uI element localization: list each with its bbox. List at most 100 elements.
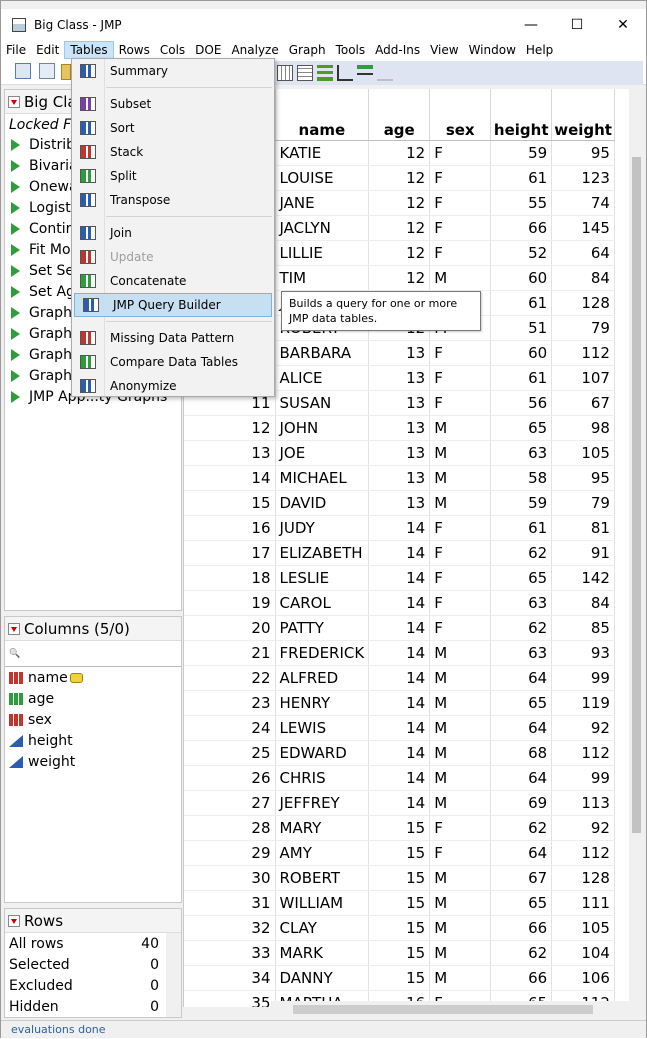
row-number[interactable]: 26 xyxy=(184,765,276,791)
table-cell[interactable]: EDWARD xyxy=(275,740,370,766)
table-cell[interactable]: 14 xyxy=(368,590,431,616)
table-cell[interactable]: CLAY xyxy=(275,915,370,941)
table-cell[interactable]: 61 xyxy=(490,515,553,541)
table-row[interactable]: 34 DANNY 15 M 66 106 xyxy=(184,965,615,991)
table-row[interactable]: 15 DAVID 13 M 59 79 xyxy=(184,490,615,516)
table-cell[interactable]: JUDY xyxy=(275,515,370,541)
table-cell[interactable]: 14 xyxy=(368,665,431,691)
menu-tables[interactable]: Tables xyxy=(64,41,114,59)
table-cell[interactable]: 13 xyxy=(368,440,431,466)
table-cell[interactable]: HENRY xyxy=(275,690,370,716)
table-cell[interactable]: 62 xyxy=(490,615,553,641)
table-cell[interactable]: 15 xyxy=(368,965,431,991)
table-cell[interactable]: 63 xyxy=(490,440,553,466)
menu-item-concatenate[interactable]: Concatenate xyxy=(72,269,274,293)
table-row[interactable]: 27 JEFFREY 14 M 69 113 xyxy=(184,790,615,816)
columns-panel-header[interactable]: Columns (5/0) xyxy=(5,617,181,641)
table-row[interactable]: 16 JUDY 14 F 61 81 xyxy=(184,515,615,541)
table-cell[interactable]: 14 xyxy=(368,515,431,541)
table-cell[interactable]: 58 xyxy=(490,465,553,491)
x-axis-icon[interactable] xyxy=(337,65,353,81)
table-cell[interactable]: 112 xyxy=(551,740,615,766)
scroll-thumb[interactable] xyxy=(293,1005,593,1014)
table-cell[interactable]: 13 xyxy=(368,415,431,441)
table-cell[interactable]: FREDERICK xyxy=(275,640,370,666)
table-cell[interactable]: 13 xyxy=(368,365,431,391)
menu-tools[interactable]: Tools xyxy=(331,41,371,59)
table-cell[interactable]: 12 xyxy=(368,165,431,191)
row-number[interactable]: 30 xyxy=(184,865,276,891)
column-item-sex[interactable]: sex xyxy=(5,709,181,730)
table-cell[interactable]: M xyxy=(429,915,492,941)
table-cell[interactable]: F xyxy=(429,365,492,391)
table-cell[interactable]: M xyxy=(429,740,492,766)
menu-item-sort[interactable]: Sort xyxy=(72,116,274,140)
table-cell[interactable]: M xyxy=(429,265,492,291)
menu-item-missing-data-pattern[interactable]: Missing Data Pattern xyxy=(72,326,274,350)
table-cell[interactable]: 105 xyxy=(551,915,615,941)
table-cell[interactable]: 95 xyxy=(551,140,615,166)
grid-alt-icon[interactable] xyxy=(297,65,313,81)
table-cell[interactable]: 14 xyxy=(368,690,431,716)
menu-view[interactable]: View xyxy=(425,41,463,59)
row-number[interactable]: 14 xyxy=(184,465,276,491)
table-cell[interactable]: F xyxy=(429,565,492,591)
table-cell[interactable]: 105 xyxy=(551,440,615,466)
table-cell[interactable]: 14 xyxy=(368,540,431,566)
table-cell[interactable]: 15 xyxy=(368,940,431,966)
table-cell[interactable]: 51 xyxy=(490,315,553,341)
table-cell[interactable]: 66 xyxy=(490,915,553,941)
table-cell[interactable]: 62 xyxy=(490,940,553,966)
table-cell[interactable]: 128 xyxy=(551,290,615,316)
table-cell[interactable]: 60 xyxy=(490,265,553,291)
table-cell[interactable]: M xyxy=(429,465,492,491)
table-cell[interactable]: KATIE xyxy=(275,140,370,166)
table-cell[interactable]: M xyxy=(429,940,492,966)
table-row[interactable]: 12 JOHN 13 M 65 98 xyxy=(184,415,615,441)
red-triangle-menu-icon[interactable] xyxy=(8,95,20,108)
table-cell[interactable]: 14 xyxy=(368,715,431,741)
table-row[interactable]: 21 FREDERICK 14 M 63 93 xyxy=(184,640,615,666)
table-cell[interactable]: M xyxy=(429,665,492,691)
table-cell[interactable]: 61 xyxy=(490,365,553,391)
column-item-height[interactable]: height xyxy=(5,730,181,751)
table-cell[interactable]: F xyxy=(429,215,492,241)
table-row[interactable]: 24 LEWIS 14 M 64 92 xyxy=(184,715,615,741)
grid-vertical-scrollbar[interactable] xyxy=(629,141,644,1007)
table-cell[interactable]: 119 xyxy=(551,690,615,716)
table-cell[interactable]: 104 xyxy=(551,940,615,966)
menu-graph[interactable]: Graph xyxy=(284,41,331,59)
table-cell[interactable]: F xyxy=(429,540,492,566)
table-cell[interactable]: 65 xyxy=(490,690,553,716)
table-cell[interactable]: F xyxy=(429,840,492,866)
table-cell[interactable]: BARBARA xyxy=(275,340,370,366)
table-cell[interactable]: LILLIE xyxy=(275,240,370,266)
menu-item-subset[interactable]: Subset xyxy=(72,92,274,116)
table-cell[interactable]: JOE xyxy=(275,440,370,466)
red-triangle-menu-icon[interactable] xyxy=(8,622,20,635)
row-number[interactable]: 33 xyxy=(184,940,276,966)
row-number[interactable]: 15 xyxy=(184,490,276,516)
table-cell[interactable]: 13 xyxy=(368,390,431,416)
table-cell[interactable]: 13 xyxy=(368,340,431,366)
table-cell[interactable]: JEFFREY xyxy=(275,790,370,816)
table-cell[interactable]: MICHAEL xyxy=(275,465,370,491)
table-cell[interactable]: 14 xyxy=(368,615,431,641)
table-cell[interactable]: JOHN xyxy=(275,415,370,441)
table-cell[interactable]: 61 xyxy=(490,165,553,191)
menu-addins[interactable]: Add-Ins xyxy=(370,41,425,59)
table-cell[interactable]: 91 xyxy=(551,540,615,566)
table-cell[interactable]: M xyxy=(429,415,492,441)
table-cell[interactable]: 63 xyxy=(490,640,553,666)
table-cell[interactable]: ALFRED xyxy=(275,665,370,691)
align-bars-icon[interactable] xyxy=(317,65,333,81)
table-cell[interactable]: 74 xyxy=(551,190,615,216)
table-cell[interactable]: 81 xyxy=(551,515,615,541)
table-cell[interactable]: 64 xyxy=(490,765,553,791)
open-icon[interactable] xyxy=(39,63,55,79)
table-row[interactable]: 30 ROBERT 15 M 67 128 xyxy=(184,865,615,891)
menu-item-update[interactable]: Update xyxy=(72,245,274,269)
arrow-list-icon[interactable] xyxy=(357,65,373,81)
table-cell[interactable]: SUSAN xyxy=(275,390,370,416)
table-cell[interactable]: JANE xyxy=(275,190,370,216)
